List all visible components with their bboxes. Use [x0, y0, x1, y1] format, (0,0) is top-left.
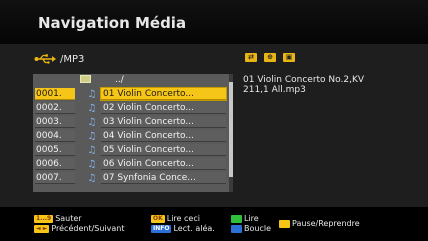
file-info-line-2: 211,1 All.mp3	[243, 85, 306, 95]
legend-shuffle-label: Lect. aléa.	[173, 223, 215, 233]
green-key-icon	[231, 214, 242, 223]
file-row[interactable]: 0002. ♫ 02 Violin Concerto...	[33, 102, 226, 115]
parent-folder-row[interactable]: ../	[33, 74, 226, 87]
media-browser-screen: Navigation Média /MP3 ⇄ ⊕ ▣ ../ 0001. ♫	[0, 0, 428, 241]
legend-prev-next: ◄ ► Précédent/Suivant	[34, 223, 124, 234]
file-number: 0007.	[35, 172, 75, 184]
current-path: /MP3	[60, 53, 85, 65]
shuffle-mode-icon: ⇄	[245, 53, 257, 62]
usb-icon	[34, 54, 56, 64]
music-note-icon: ♫	[87, 173, 97, 184]
file-name: 02 Violin Concerto...	[101, 102, 226, 114]
legend-pause-resume: Pause/Reprendre	[279, 218, 360, 229]
path-indicator: /MP3	[34, 52, 84, 66]
file-number: 0001.	[35, 88, 75, 100]
repeat-mode-icon: ⊕	[264, 53, 276, 62]
display-mode-icon: ▣	[283, 53, 295, 62]
legend-prev-next-label: Précédent/Suivant	[51, 223, 125, 233]
file-row[interactable]: 0001. ♫ 01 Violin Concerto...	[33, 87, 227, 101]
file-row[interactable]: 0005. ♫ 05 Violin Concerto...	[33, 144, 226, 157]
file-row[interactable]: 0004. ♫ 04 Violin Concerto...	[33, 130, 226, 143]
music-note-icon: ♫	[87, 103, 97, 114]
file-row[interactable]: 0006. ♫ 06 Violin Concerto...	[33, 158, 226, 171]
file-row[interactable]: 0003. ♫ 03 Violin Concerto...	[33, 116, 226, 129]
yellow-key-icon	[279, 219, 290, 228]
key-legend: 1...9 Sauter ◄ ► Précédent/Suivant OK Li…	[0, 207, 428, 241]
legend-play-this-label: Lire ceci	[166, 213, 200, 223]
music-note-icon: ♫	[87, 131, 97, 142]
folder-icon	[80, 75, 91, 83]
file-number: 0002.	[35, 102, 75, 114]
music-note-icon: ♫	[87, 145, 97, 156]
file-row[interactable]: 0007. ♫ 07 Synfonia Conce...	[33, 172, 226, 185]
file-number: 0004.	[35, 130, 75, 142]
file-name: 07 Synfonia Conce...	[101, 172, 226, 184]
legend-loop-label: Boucle	[244, 223, 271, 233]
file-info-line-1: 01 Violin Concerto No.2,KV	[243, 75, 365, 85]
header-bar: Navigation Média	[0, 0, 428, 44]
arrows-key-icon: ◄ ►	[34, 224, 50, 233]
legend-skip-label: Sauter	[55, 213, 82, 223]
legend-play-label: Lire	[244, 213, 259, 223]
file-name: 03 Violin Concerto...	[101, 116, 226, 128]
music-note-icon: ♫	[87, 117, 97, 128]
music-note-icon: ♫	[87, 159, 97, 170]
file-number: 0005.	[35, 144, 75, 156]
file-name: 04 Violin Concerto...	[101, 130, 226, 142]
scrollbar-thumb[interactable]	[229, 82, 233, 177]
digits-key-icon: 1...9	[34, 214, 54, 223]
file-name: 01 Violin Concerto...	[100, 87, 227, 101]
list-scrollbar[interactable]	[229, 74, 233, 192]
file-number: 0006.	[35, 158, 75, 170]
legend-pause-resume-label: Pause/Reprendre	[292, 218, 360, 228]
page-title: Navigation Média	[38, 14, 187, 32]
music-note-icon: ♫	[87, 89, 97, 100]
file-name: 05 Violin Concerto...	[101, 144, 226, 156]
legend-shuffle: INFO Lect. aléa.	[151, 223, 215, 234]
legend-loop: Boucle	[231, 223, 271, 234]
file-list: ../ 0001. ♫ 01 Violin Concerto... 0002. …	[33, 74, 230, 192]
file-name: 06 Violin Concerto...	[101, 158, 226, 170]
playback-mode-icons: ⇄ ⊕ ▣	[245, 53, 295, 62]
blue-key-icon	[231, 224, 242, 233]
file-info: 01 Violin Concerto No.2,KV 211,1 All.mp3	[243, 75, 421, 95]
file-number: 0003.	[35, 116, 75, 128]
parent-folder-label: ../	[115, 75, 124, 85]
ok-key-icon: OK	[151, 214, 165, 223]
info-key-icon: INFO	[151, 224, 172, 233]
